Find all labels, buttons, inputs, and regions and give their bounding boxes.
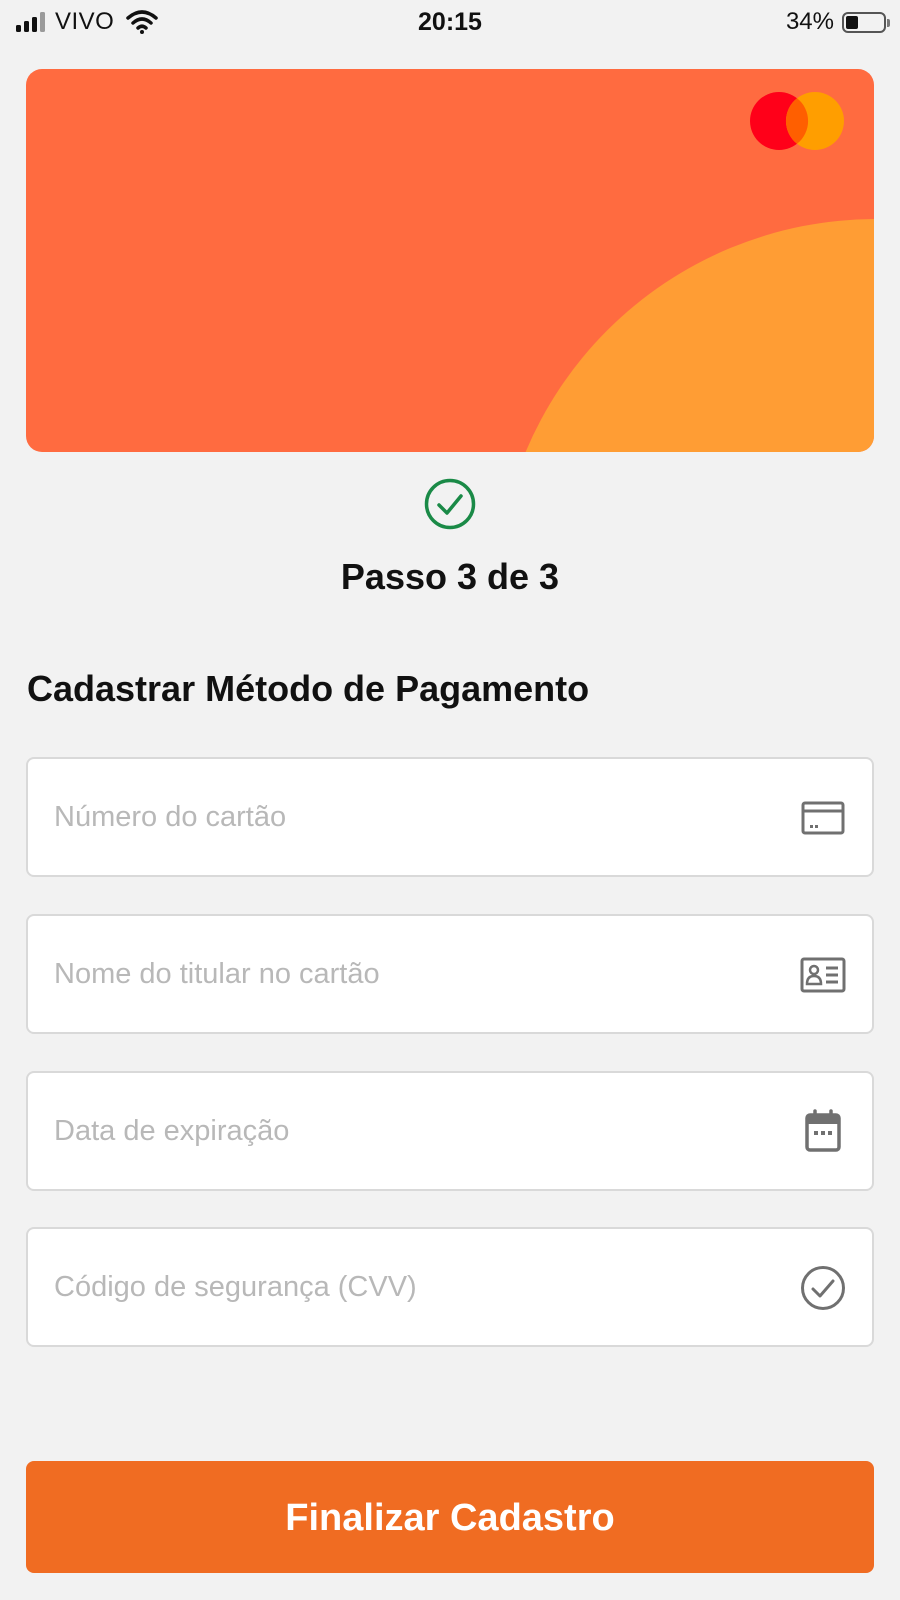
check-circle-icon [424,478,476,530]
status-bar: VIVO 20:15 34% [0,0,900,46]
page-title: Cadastrar Método de Pagamento [27,668,590,709]
payment-registration-screen: VIVO 20:15 34% Passo 3 de 3 Cadastrar Mé… [0,0,900,1600]
cardholder-name-input[interactable] [54,916,774,1032]
cardholder-name-field[interactable] [26,914,874,1034]
finish-registration-button[interactable]: Finalizar Cadastro [26,1461,874,1573]
card-number-field[interactable] [26,757,874,877]
expiration-date-field[interactable] [26,1071,874,1191]
mastercard-logo [750,92,844,150]
battery-level [846,15,858,29]
card-number-input[interactable] [54,759,774,875]
id-card-icon [800,957,846,993]
expiration-date-input[interactable] [54,1073,774,1189]
status-bar-right: 34% [785,6,890,38]
card-decorative-arc [496,219,874,452]
battery-icon [842,11,890,33]
cvv-field[interactable] [26,1227,874,1347]
check-circle-icon [801,1266,845,1310]
battery-percent: 34% [785,8,834,35]
credit-card-icon [801,801,845,835]
step-indicator-label: Passo 3 de 3 [340,556,560,597]
status-bar-time: 20:15 [418,8,482,36]
calendar-icon [805,1109,841,1152]
card-preview [26,69,874,452]
cvv-input[interactable] [54,1229,774,1345]
